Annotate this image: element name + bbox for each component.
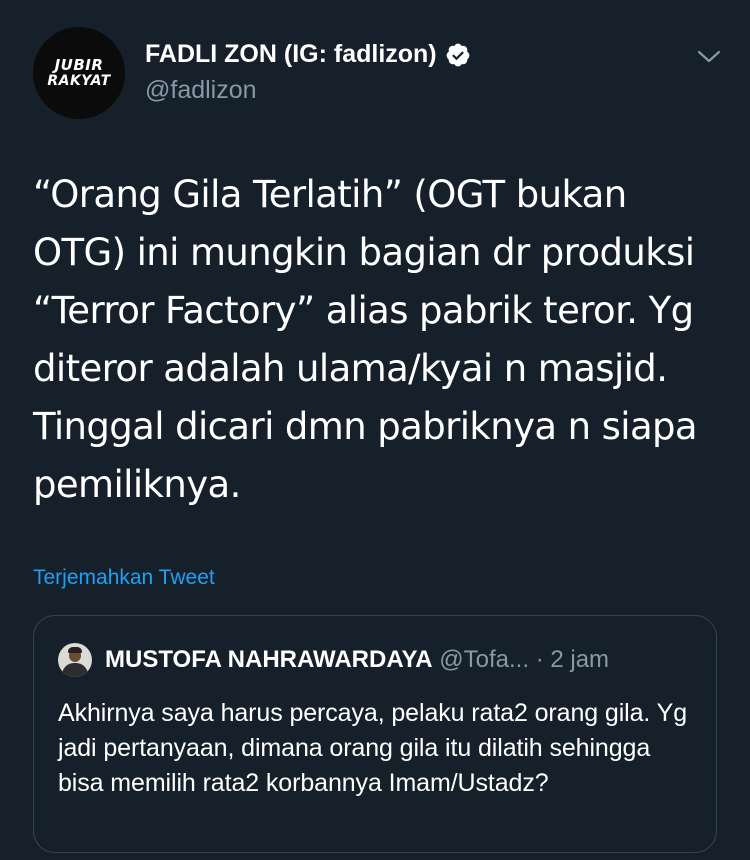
quoted-timestamp: 2 jam (550, 646, 610, 673)
author-name-text: FADLI ZON (IG: fadlizon) (145, 40, 437, 68)
quoted-author-avatar (58, 643, 92, 677)
quoted-tweet-card[interactable]: MUSTOFA NAHRAWARDAYA @Tofa... · 2 jam Ak… (33, 615, 717, 853)
author-avatar[interactable]: JUBIR RAKYAT (33, 27, 125, 119)
quoted-tweet-header: MUSTOFA NAHRAWARDAYA @Tofa... · 2 jam (105, 646, 609, 674)
author-handle[interactable]: @fadlizon (145, 76, 257, 105)
quoted-author-name: MUSTOFA NAHRAWARDAYA (105, 646, 433, 673)
tweet-body-text: “Orang Gila Terlatih” (OGT bukan OTG) in… (33, 173, 698, 506)
avatar-logo-line1: JUBIR (54, 56, 104, 74)
quoted-tweet-text: Akhirnya saya harus percaya, pelaku rata… (58, 699, 688, 797)
translate-tweet-link[interactable]: Terjemahkan Tweet (33, 566, 215, 590)
quoted-separator: · (535, 646, 544, 673)
avatar-logo-line2: RAKYAT (47, 73, 111, 89)
quoted-author-handle: @Tofa... (439, 646, 530, 673)
tweet: JUBIR RAKYAT FADLI ZON (IG: fadlizon) @f… (0, 0, 750, 860)
author-display-name[interactable]: FADLI ZON (IG: fadlizon) (145, 40, 471, 69)
verified-badge-icon (446, 43, 470, 66)
chevron-down-icon[interactable] (696, 47, 722, 67)
